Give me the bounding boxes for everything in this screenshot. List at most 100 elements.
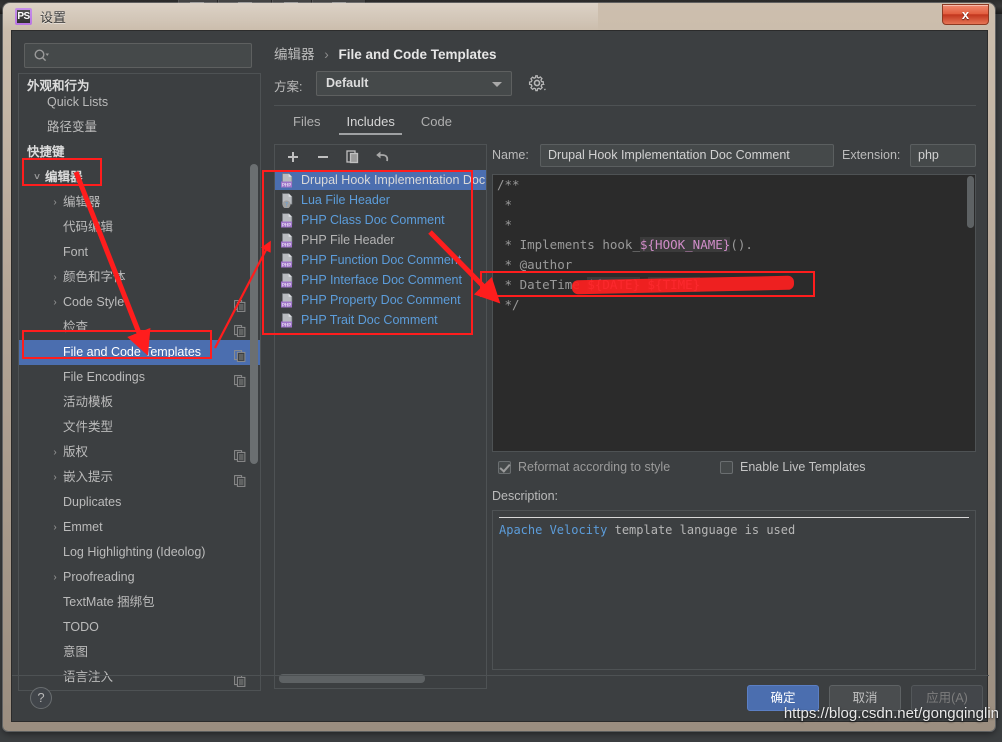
chevron-right-icon[interactable]: › bbox=[49, 190, 61, 215]
sidebar-item-label: 版权 bbox=[63, 445, 89, 459]
apache-velocity-link[interactable]: Apache Velocity bbox=[499, 523, 607, 537]
breadcrumb-parent[interactable]: 编辑器 bbox=[274, 47, 315, 62]
chevron-right-icon[interactable]: › bbox=[49, 265, 61, 290]
template-list-panel: PHP Drupal Hook Implementation Doc Commen… bbox=[274, 144, 487, 689]
template-list-item-label: PHP Property Doc Comment bbox=[301, 293, 461, 307]
svg-text:PHP: PHP bbox=[282, 322, 291, 328]
close-icon[interactable]: x bbox=[942, 4, 989, 25]
php-file-icon: PHP bbox=[280, 293, 295, 308]
template-list[interactable]: PHP Drupal Hook Implementation Doc Commen… bbox=[275, 170, 486, 670]
sidebar-item-label: 路径变量 bbox=[47, 120, 98, 134]
chevron-right-icon[interactable]: › bbox=[49, 465, 61, 490]
sidebar-item-label: TextMate 捆绑包 bbox=[63, 595, 155, 609]
sidebar-item-14[interactable]: 文件类型 bbox=[19, 415, 260, 440]
copy-settings-icon[interactable] bbox=[234, 446, 246, 462]
tab-files[interactable]: Files bbox=[280, 111, 333, 135]
chevron-down-icon[interactable]: ˅ bbox=[31, 165, 43, 190]
chevron-right-icon[interactable]: › bbox=[49, 515, 61, 540]
template-list-item-label: PHP Trait Doc Comment bbox=[301, 313, 438, 327]
reformat-checkbox[interactable]: Reformat according to style bbox=[498, 460, 670, 474]
sidebar-scrollbar[interactable] bbox=[250, 164, 258, 464]
sidebar-item-2[interactable]: 路径变量 bbox=[19, 115, 260, 140]
scheme-label: 方案: bbox=[274, 80, 303, 94]
chevron-down-icon bbox=[492, 82, 502, 87]
watermark: https://blog.csdn.net/gongqinglin bbox=[783, 705, 999, 722]
search-box[interactable] bbox=[24, 43, 252, 68]
sidebar-item-15[interactable]: › 版权 bbox=[19, 440, 260, 465]
template-list-item[interactable]: PHP PHP File Header bbox=[275, 230, 486, 250]
sidebar-item-13[interactable]: 活动模板 bbox=[19, 390, 260, 415]
sidebar-item-7[interactable]: Font bbox=[19, 240, 260, 265]
sidebar-item-20[interactable]: › Proofreading bbox=[19, 565, 260, 590]
sidebar-item-10[interactable]: 检查 bbox=[19, 315, 260, 340]
description-rule bbox=[499, 517, 969, 518]
copy-settings-icon[interactable] bbox=[234, 321, 246, 337]
template-editor: Name: Drupal Hook Implementation Doc Com… bbox=[492, 144, 976, 689]
sidebar-item-3[interactable]: 快捷键 bbox=[19, 140, 260, 165]
copy-template-button[interactable] bbox=[343, 148, 363, 166]
template-options: Reformat according to style Enable Live … bbox=[492, 460, 976, 482]
template-list-item[interactable]: PHP PHP Property Doc Comment bbox=[275, 290, 486, 310]
template-list-item[interactable]: PHP PHP Function Doc Comment bbox=[275, 250, 486, 270]
chevron-right-icon[interactable]: › bbox=[49, 440, 61, 465]
live-templates-checkbox[interactable]: Enable Live Templates bbox=[720, 460, 866, 474]
settings-dialog: 外观和行为 Quick Lists 路径变量 快捷键 ˅ 编辑器 › 编辑器 代码编辑 Font ›… bbox=[11, 30, 989, 722]
sidebar-item-label: File Encodings bbox=[63, 370, 145, 384]
template-list-item[interactable]: PHP PHP Class Doc Comment bbox=[275, 210, 486, 230]
chevron-right-icon[interactable]: › bbox=[49, 565, 61, 590]
code-line: * @author bbox=[493, 255, 975, 275]
sidebar-item-label: Quick Lists bbox=[47, 95, 109, 109]
tab-code[interactable]: Code bbox=[408, 111, 465, 135]
template-list-item[interactable]: PHP Drupal Hook Implementation Doc Commen… bbox=[275, 170, 486, 190]
sidebar-item-label: Log Highlighting (Ideolog) bbox=[63, 545, 206, 559]
sidebar-item-9[interactable]: › Code Style bbox=[19, 290, 260, 315]
sidebar-item-16[interactable]: › 嵌入提示 bbox=[19, 465, 260, 490]
sidebar-item-12[interactable]: File Encodings bbox=[19, 365, 260, 390]
checkbox-icon-unchecked bbox=[720, 461, 733, 474]
php-file-icon: PHP bbox=[280, 213, 295, 228]
copy-settings-icon[interactable] bbox=[234, 346, 246, 362]
sidebar-item-19[interactable]: Log Highlighting (Ideolog) bbox=[19, 540, 260, 565]
scheme-dropdown[interactable]: Default bbox=[316, 71, 512, 96]
sidebar-item-11[interactable]: File and Code Templates bbox=[19, 340, 260, 365]
sidebar-item-22[interactable]: TODO bbox=[19, 615, 260, 640]
reset-template-button[interactable] bbox=[373, 148, 393, 166]
window-title: 设置 bbox=[40, 10, 67, 25]
chevron-right-icon[interactable]: › bbox=[49, 290, 61, 315]
add-template-button[interactable] bbox=[283, 148, 303, 166]
checkbox-icon-checked bbox=[498, 461, 511, 474]
sidebar-item-17[interactable]: Duplicates bbox=[19, 490, 260, 515]
remove-template-button[interactable] bbox=[313, 148, 333, 166]
template-name-input[interactable]: Drupal Hook Implementation Doc Comment bbox=[540, 144, 834, 167]
copy-settings-icon[interactable] bbox=[234, 471, 246, 487]
template-list-item[interactable]: ? Lua File Header bbox=[275, 190, 486, 210]
sidebar-item-23[interactable]: 意图 bbox=[19, 640, 260, 665]
code-line: /** bbox=[493, 175, 975, 195]
sidebar-item-label: 快捷键 bbox=[27, 145, 65, 159]
svg-text:PHP: PHP bbox=[282, 282, 291, 288]
sidebar-item-4[interactable]: ˅ 编辑器 bbox=[19, 165, 260, 190]
code-text: * Implements hook_ bbox=[497, 237, 640, 252]
code-line: * bbox=[493, 215, 975, 235]
sidebar-item-18[interactable]: › Emmet bbox=[19, 515, 260, 540]
settings-tree[interactable]: 外观和行为 Quick Lists 路径变量 快捷键 ˅ 编辑器 › 编辑器 代码编辑 Font ›… bbox=[18, 73, 261, 691]
copy-settings-icon[interactable] bbox=[234, 296, 246, 312]
search-input[interactable] bbox=[52, 47, 244, 65]
template-list-item[interactable]: PHP PHP Interface Doc Comment bbox=[275, 270, 486, 290]
sidebar-item-1[interactable]: Quick Lists bbox=[19, 90, 260, 115]
code-editor-scrollbar[interactable] bbox=[967, 176, 974, 228]
template-code-editor[interactable]: /** * * * Implements hook_${HOOK_NAME}()… bbox=[492, 174, 976, 452]
php-file-icon: PHP bbox=[280, 233, 295, 248]
php-file-icon: PHP bbox=[280, 253, 295, 268]
sidebar-item-6[interactable]: 代码编辑 bbox=[19, 215, 260, 240]
gear-icon[interactable] bbox=[528, 74, 546, 92]
tab-includes[interactable]: Includes bbox=[333, 111, 407, 135]
template-list-item[interactable]: PHP PHP Trait Doc Comment bbox=[275, 310, 486, 330]
help-button[interactable]: ? bbox=[30, 687, 52, 709]
sidebar-item-21[interactable]: TextMate 捆绑包 bbox=[19, 590, 260, 615]
copy-settings-icon[interactable] bbox=[234, 371, 246, 387]
sidebar-item-8[interactable]: › 颜色和字体 bbox=[19, 265, 260, 290]
sidebar-item-5[interactable]: › 编辑器 bbox=[19, 190, 260, 215]
template-extension-input[interactable]: php bbox=[910, 144, 976, 167]
sidebar-item-label: Emmet bbox=[63, 520, 103, 534]
